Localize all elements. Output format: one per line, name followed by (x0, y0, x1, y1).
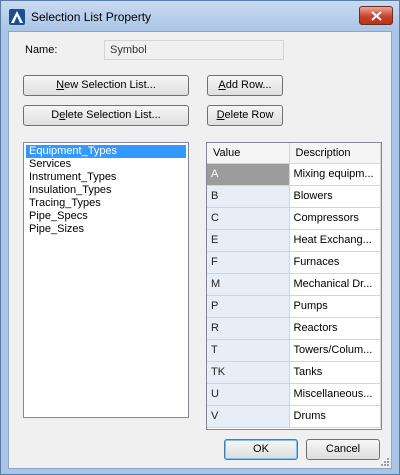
table-row[interactable]: V Drums (207, 405, 381, 428)
name-label: Name: (25, 44, 58, 56)
table-row[interactable]: C Compressors (207, 207, 381, 230)
list-item[interactable]: Equipment_Types (26, 145, 186, 158)
column-header-description[interactable]: Description (289, 143, 381, 164)
table-row[interactable]: R Reactors (207, 317, 381, 340)
new-selection-list-button[interactable]: New Selection List... (23, 75, 189, 96)
list-item[interactable]: Tracing_Types (26, 197, 186, 210)
list-item[interactable]: Services (26, 158, 186, 171)
button-label-rest: lete Selection List... (65, 109, 161, 121)
value-cell[interactable]: C (207, 207, 290, 230)
value-cell[interactable]: R (207, 317, 290, 340)
close-icon (371, 11, 382, 21)
title-bar[interactable]: Selection List Property (1, 1, 399, 31)
dialog-window: Selection List Property Name: Symbol New… (0, 0, 400, 475)
value-cell[interactable]: P (207, 295, 290, 318)
table-row[interactable]: B Blowers (207, 185, 381, 208)
name-field: Symbol (104, 40, 284, 60)
description-cell[interactable]: Drums (289, 405, 381, 428)
values-table: Value Description A Mixing equipm... B Blo… (207, 143, 381, 428)
table-row[interactable]: A Mixing equipm... (207, 163, 381, 186)
button-accelerator: D (216, 109, 225, 121)
description-cell[interactable]: Mixing equipm... (289, 163, 381, 186)
autocad-app-icon (9, 9, 25, 25)
table-row[interactable]: E Heat Exchang... (207, 229, 381, 252)
table-row[interactable]: T Towers/Colum... (207, 339, 381, 362)
value-cell[interactable]: A (207, 163, 290, 186)
list-item[interactable]: Insulation_Types (26, 184, 186, 197)
values-grid[interactable]: Value Description A Mixing equipm... B Blo… (206, 142, 382, 430)
column-header-value[interactable]: Value (207, 143, 290, 164)
resize-grip-icon[interactable] (379, 456, 389, 466)
list-item[interactable]: Instrument_Types (26, 171, 186, 184)
button-label-rest: elete Row (224, 109, 274, 121)
window-title: Selection List Property (31, 10, 152, 24)
description-cell[interactable]: Miscellaneous... (289, 383, 381, 406)
button-label-rest: ew Selection List... (64, 79, 156, 91)
selection-lists-listbox[interactable]: Equipment_Types Services Instrument_Type… (23, 142, 189, 418)
description-cell[interactable]: Mechanical Dr... (289, 273, 381, 296)
add-row-button[interactable]: Add Row... (207, 75, 283, 96)
list-item[interactable]: Pipe_Specs (26, 210, 186, 223)
close-button[interactable] (359, 6, 393, 25)
value-cell[interactable]: F (207, 251, 290, 274)
dialog-body: Name: Symbol New Selection List... Delet… (8, 31, 392, 469)
value-cell[interactable]: U (207, 383, 290, 406)
button-accelerator: A (218, 79, 226, 91)
value-cell[interactable]: B (207, 185, 290, 208)
list-item[interactable]: Pipe_Sizes (26, 223, 186, 236)
button-label-rest: dd Row... (225, 79, 272, 91)
cancel-button[interactable]: Cancel (306, 439, 380, 460)
value-cell[interactable]: V (207, 405, 290, 428)
delete-row-button[interactable]: Delete Row (207, 105, 283, 126)
table-row[interactable]: TK Tanks (207, 361, 381, 384)
table-row[interactable]: F Furnaces (207, 251, 381, 274)
value-cell[interactable]: E (207, 229, 290, 252)
table-row[interactable]: M Mechanical Dr... (207, 273, 381, 296)
ok-button[interactable]: OK (224, 439, 298, 460)
table-row[interactable]: P Pumps (207, 295, 381, 318)
description-cell[interactable]: Blowers (289, 185, 381, 208)
value-cell[interactable]: TK (207, 361, 290, 384)
delete-selection-list-button[interactable]: Delete Selection List... (23, 105, 189, 126)
grid-header-row: Value Description (207, 143, 381, 164)
description-cell[interactable]: Heat Exchang... (289, 229, 381, 252)
description-cell[interactable]: Towers/Colum... (289, 339, 381, 362)
description-cell[interactable]: Compressors (289, 207, 381, 230)
description-cell[interactable]: Tanks (289, 361, 381, 384)
value-cell[interactable]: T (207, 339, 290, 362)
button-accelerator: N (56, 79, 65, 91)
value-cell[interactable]: M (207, 273, 290, 296)
table-row[interactable]: U Miscellaneous... (207, 383, 381, 406)
description-cell[interactable]: Furnaces (289, 251, 381, 274)
description-cell[interactable]: Reactors (289, 317, 381, 340)
description-cell[interactable]: Pumps (289, 295, 381, 318)
